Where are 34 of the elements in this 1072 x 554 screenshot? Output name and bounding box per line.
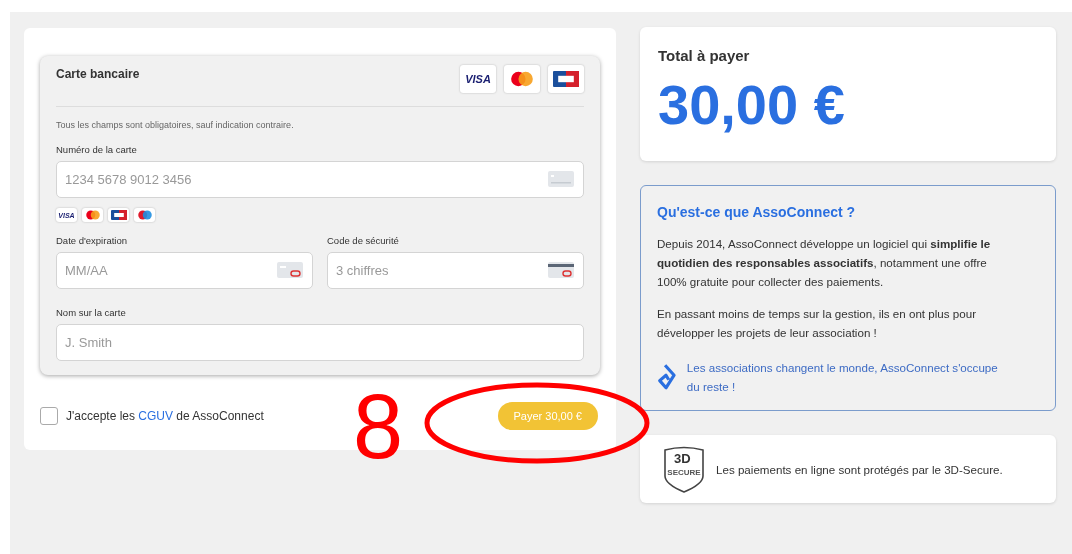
- badge-subtext: SECURE: [667, 468, 701, 477]
- card-icon: [548, 262, 574, 278]
- logo-icon: [657, 362, 677, 392]
- input-field[interactable]: MM/AA: [56, 252, 313, 289]
- info-paragraph: En passant moins de temps sur la gestion, ils en ont plus pour développer les projets de leur association !: [657, 306, 977, 341]
- card-icon: [277, 262, 303, 278]
- shield-icon: [662, 445, 706, 493]
- badge-text: 3D: [674, 451, 691, 466]
- info-paragraph: Depuis 2014, AssoConnect développe un logiciel qui simplifie le quotidien des responsables associatifs, notamment une offre 100% gratuite pour collecter des paiements.: [657, 236, 992, 290]
- slogan-text: Les associations changent le monde, AssoConnect s'occupe du reste !: [686, 360, 999, 395]
- form-note: Tous les champs sont obligatoires, sauf indication contraire.: [56, 120, 295, 130]
- total-amount: 30,00 €: [658, 72, 846, 137]
- field-label: Nom sur la carte: [56, 307, 127, 318]
- maestro-logo: [136, 210, 153, 220]
- input-field[interactable]: J. Smith: [56, 324, 584, 361]
- secure-text: Les paiements en ligne sont protégés par le 3D-Secure.: [716, 462, 1003, 476]
- field-label: Code de sécurité: [327, 235, 400, 246]
- cb-logo: [110, 210, 127, 220]
- terms-link[interactable]: CGUV: [138, 409, 173, 423]
- card-icon: [548, 171, 574, 187]
- field-label: Date d'expiration: [56, 235, 128, 246]
- annotation-number: 8: [353, 382, 404, 472]
- checkbox[interactable]: [40, 407, 58, 425]
- field-label: Numéro de la carte: [56, 144, 138, 155]
- input-field[interactable]: 3 chiffres: [327, 252, 584, 289]
- card-title: Carte bancaire: [56, 67, 140, 81]
- terms-text: J'accepte les CGUV de AssoConnect: [66, 409, 264, 423]
- cb-logo: [553, 71, 579, 87]
- mastercard-logo: [509, 71, 535, 87]
- input-field[interactable]: 1234 5678 9012 3456: [56, 161, 584, 198]
- visa-logo: VISA: [465, 73, 491, 85]
- total-label: Total à payer: [658, 47, 751, 64]
- info-title: Qu'est-ce que AssoConnect ?: [657, 204, 857, 220]
- mastercard-logo: [84, 210, 101, 220]
